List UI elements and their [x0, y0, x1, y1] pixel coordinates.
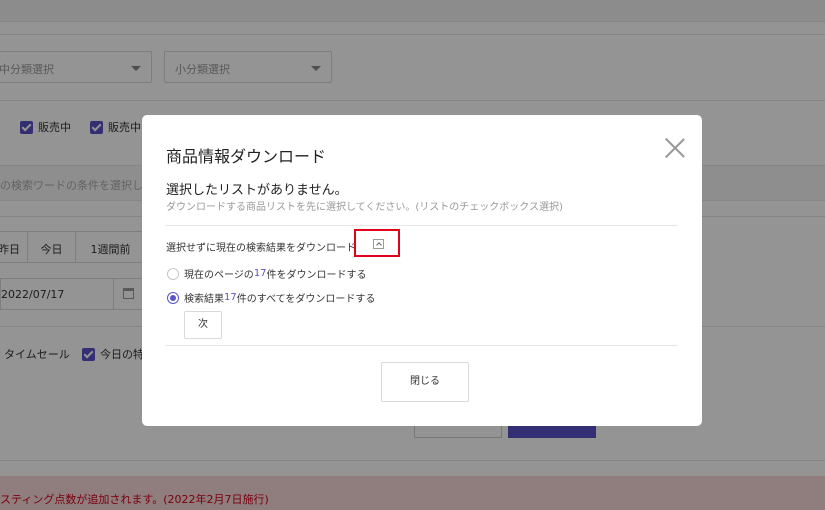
- close-button[interactable]: 閉じる: [381, 362, 469, 402]
- download-current-page-option[interactable]: 現在のページの 17 件をダウンロードする: [167, 266, 367, 281]
- radio-unselected-icon[interactable]: [167, 267, 179, 280]
- next-button[interactable]: 次: [184, 311, 222, 339]
- divider: [166, 225, 678, 226]
- download-all-results-option[interactable]: 検索結果 17 件のすべてをダウンロードする: [167, 290, 375, 305]
- no-selection-message: 選択したリストがありません。: [166, 183, 348, 198]
- current-page-suffix: 件をダウンロードする: [266, 270, 367, 281]
- radio-selected-icon[interactable]: [167, 291, 179, 304]
- all-results-suffix: 件のすべてをダウンロードする: [236, 294, 376, 305]
- download-options-heading: 選択せずに現在の検索結果をダウンロード: [166, 243, 356, 254]
- divider: [166, 345, 678, 346]
- close-icon[interactable]: [664, 137, 686, 159]
- no-selection-hint: ダウンロードする商品リストを先に選択してください。(リストのチェックボックス選択…: [166, 202, 563, 213]
- download-dialog: 商品情報ダウンロード 選択したリストがありません。 ダウンロードする商品リストを…: [142, 115, 702, 426]
- all-results-count: 17: [224, 292, 237, 303]
- current-page-count: 17: [253, 268, 267, 279]
- all-results-prefix: 検索結果: [184, 294, 224, 305]
- chevron-up-icon[interactable]: [373, 239, 384, 249]
- current-page-prefix: 現在のページの: [184, 270, 254, 281]
- dialog-title: 商品情報ダウンロード: [166, 147, 327, 166]
